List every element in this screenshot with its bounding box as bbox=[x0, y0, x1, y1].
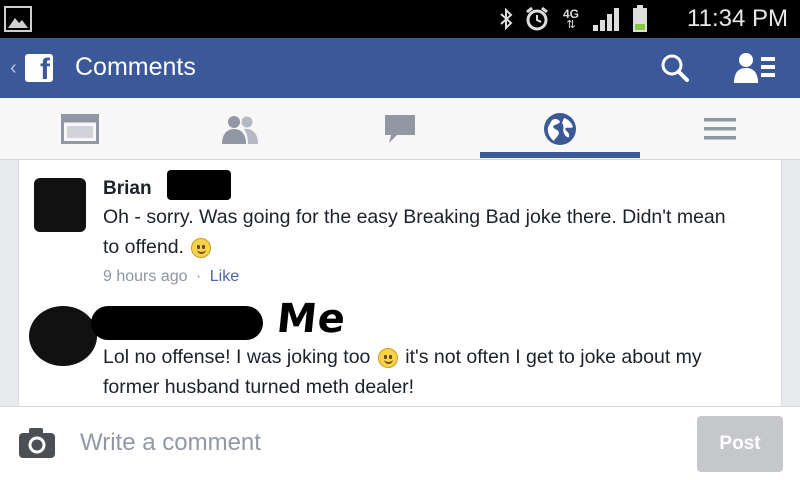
tab-notifications[interactable] bbox=[480, 98, 640, 160]
tab-menu[interactable] bbox=[640, 98, 800, 160]
status-icons: 4G ⇅ bbox=[498, 5, 648, 33]
redaction-mark bbox=[91, 306, 263, 340]
comment-item: Lol no offense! I was joking too it's no… bbox=[19, 300, 781, 406]
me-annotation: Me bbox=[274, 296, 349, 342]
alarm-icon bbox=[526, 6, 548, 31]
facebook-logo-glyph: f bbox=[40, 54, 50, 82]
battery-icon bbox=[633, 5, 647, 32]
status-time: 11:34 PM bbox=[687, 5, 788, 32]
avatar[interactable] bbox=[34, 178, 86, 232]
friend-requests-icon[interactable] bbox=[734, 51, 778, 90]
comment-composer: Post bbox=[0, 406, 800, 480]
like-link[interactable]: Like bbox=[210, 268, 239, 285]
friends-icon bbox=[222, 116, 258, 144]
avatar[interactable] bbox=[29, 306, 97, 366]
network-label: 4G bbox=[562, 6, 579, 21]
status-bar: 4G ⇅ 11:34 PM bbox=[0, 0, 800, 38]
globe-icon bbox=[544, 113, 576, 145]
post-button[interactable]: Post bbox=[697, 416, 783, 472]
network-indicator: 4G ⇅ bbox=[560, 8, 582, 31]
comments-list: Brian Oh - sorry. Was going for the easy… bbox=[18, 160, 782, 406]
comment-text: Oh - sorry. Was going for the easy Break… bbox=[103, 202, 743, 262]
gallery-icon bbox=[4, 6, 32, 32]
search-icon[interactable] bbox=[660, 53, 690, 88]
signal-icon bbox=[593, 8, 619, 31]
news-feed-icon bbox=[61, 114, 99, 144]
tab-friends[interactable] bbox=[160, 98, 320, 160]
meta-separator: · bbox=[195, 268, 202, 285]
tab-news-feed[interactable] bbox=[0, 98, 160, 160]
comment-text-body: Lol no offense! I was joking too bbox=[103, 346, 371, 368]
back-chevron-icon[interactable]: ‹ bbox=[10, 57, 17, 80]
smiley-icon bbox=[377, 347, 398, 368]
camera-icon[interactable] bbox=[18, 427, 56, 464]
comment-timestamp: 9 hours ago bbox=[103, 268, 188, 285]
tab-bar bbox=[0, 98, 800, 160]
comment-author-name[interactable]: Brian bbox=[103, 178, 152, 200]
comment-meta: 9 hours ago · Like bbox=[103, 268, 239, 286]
tab-messages[interactable] bbox=[320, 98, 480, 160]
smirk-icon bbox=[191, 237, 212, 258]
menu-icon bbox=[704, 118, 736, 140]
redaction-mark bbox=[167, 170, 231, 200]
comment-text: Lol no offense! I was joking too it's no… bbox=[103, 342, 743, 402]
page-title: Comments bbox=[75, 53, 196, 81]
facebook-logo-icon[interactable]: f bbox=[25, 54, 53, 82]
bluetooth-icon bbox=[500, 7, 513, 31]
app-header: ‹ f Comments bbox=[0, 38, 800, 98]
comment-input[interactable] bbox=[72, 421, 672, 465]
messages-icon bbox=[385, 115, 415, 143]
comment-item: Brian Oh - sorry. Was going for the easy… bbox=[19, 160, 781, 300]
